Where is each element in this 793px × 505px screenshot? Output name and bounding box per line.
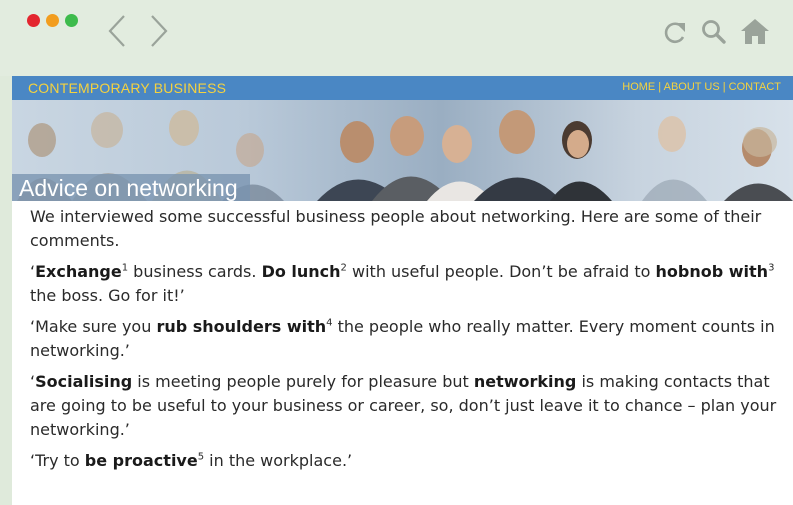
site-header: CONTEMPORARY BUSINESS HOME | ABOUT US | … [12,76,793,100]
intro-paragraph: We interviewed some successful business … [30,207,762,250]
vocab-term: Do lunch [261,262,341,281]
vocab-term: rub shoulders with [156,317,327,336]
vocab-term: hobnob with [655,262,769,281]
page-heading: Advice on networking [12,174,250,201]
hero-banner: Advice on networking [12,100,793,201]
back-icon[interactable] [106,14,130,48]
reload-icon[interactable] [662,20,686,54]
search-icon[interactable] [700,18,726,52]
nav-link-contact[interactable]: CONTACT [729,81,781,93]
vocab-term: Socialising [35,372,133,391]
nav-link-about-us[interactable]: ABOUT US [664,81,720,93]
site-nav: HOME | ABOUT US | CONTACT [622,81,781,93]
nav-separator: | [655,81,664,93]
vocab-term: Exchange [35,262,122,281]
minimize-window-button[interactable] [46,14,59,27]
browser-toolbar [0,0,793,76]
quote-paragraph: ‘Make sure you rub shoulders with4 the p… [30,317,775,360]
article-body: We interviewed some successful business … [12,201,793,505]
home-icon[interactable] [740,16,769,50]
nav-separator: | [719,81,729,93]
quote-paragraph: ‘Socialising is meeting people purely fo… [30,372,777,439]
nav-link-home[interactable]: HOME [622,81,655,93]
vocab-term: networking [473,372,577,391]
vocab-term: be proactive [84,451,198,470]
close-window-button[interactable] [27,14,40,27]
quote-paragraph: ‘Try to be proactive5 in the workplace.’ [30,451,353,470]
forward-icon[interactable] [146,14,170,48]
maximize-window-button[interactable] [65,14,78,27]
site-title: CONTEMPORARY BUSINESS [28,80,227,96]
quote-paragraph: ‘Exchange1 business cards. Do lunch2 wit… [30,262,775,305]
